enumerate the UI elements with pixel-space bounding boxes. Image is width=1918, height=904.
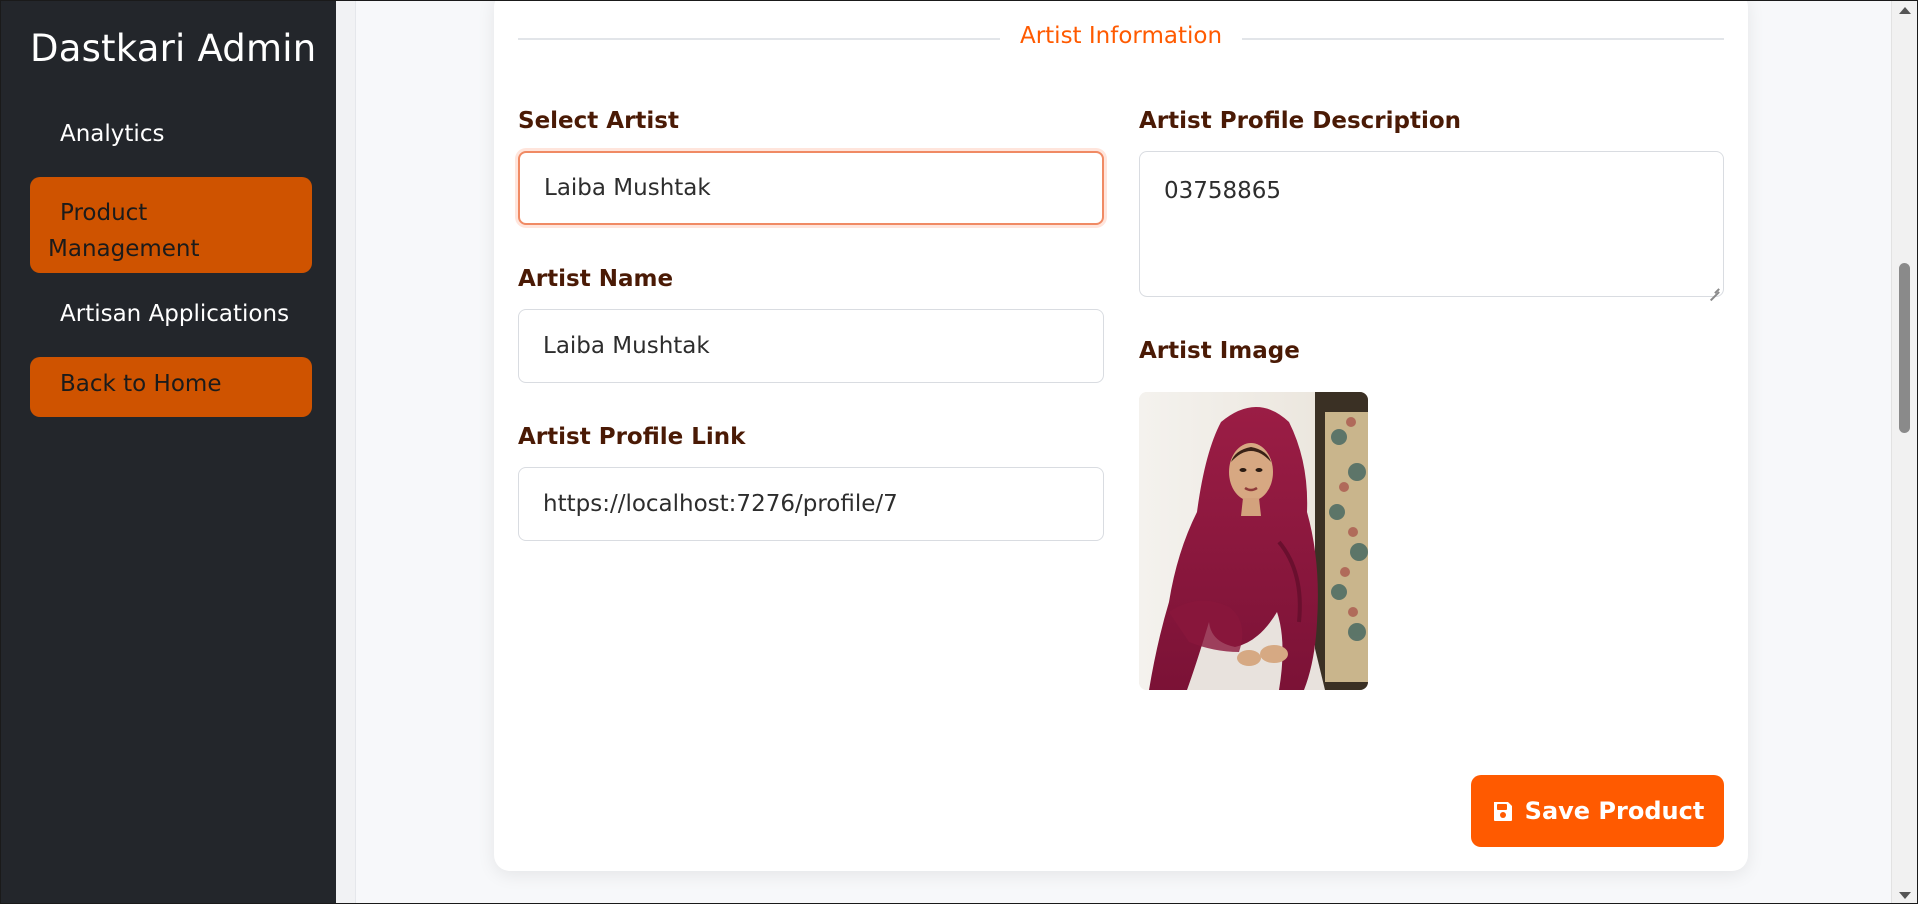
scroll-down-arrow-icon[interactable] — [1899, 892, 1911, 899]
sidebar-item-back-to-home[interactable]: Back to Home — [30, 357, 312, 417]
select-artist-label: Select Artist — [518, 108, 679, 134]
content-gutter — [336, 1, 356, 903]
vertical-scrollbar[interactable] — [1891, 1, 1917, 903]
artist-info-card: Artist Information Select Artist Laiba M… — [494, 1, 1748, 871]
sidebar-item-analytics[interactable]: Analytics — [30, 115, 312, 159]
sidebar-item-label: Analytics — [60, 121, 165, 147]
sidebar-item-artisan-applications[interactable]: Artisan Applications — [30, 295, 312, 339]
section-title: Artist Information — [1019, 23, 1223, 49]
save-product-label: Save Product — [1524, 797, 1705, 825]
artist-photo — [1139, 392, 1368, 690]
artist-image-label: Artist Image — [1139, 338, 1300, 364]
save-product-button[interactable]: Save Product — [1471, 775, 1724, 847]
artist-name-input[interactable]: Laiba Mushtak — [518, 309, 1104, 383]
resize-handle[interactable] — [1709, 282, 1719, 292]
select-artist-input[interactable]: Laiba Mushtak — [518, 151, 1104, 225]
artist-profile-link-label: Artist Profile Link — [518, 424, 746, 450]
main-content: Artist Information Select Artist Laiba M… — [336, 1, 1892, 903]
artist-profile-description-textarea[interactable]: 03758865 — [1139, 151, 1724, 297]
artist-profile-description-value: 03758865 — [1164, 178, 1282, 204]
sidebar-item-label: Artisan Applications — [60, 301, 290, 327]
scroll-up-arrow-icon[interactable] — [1899, 7, 1911, 14]
artist-name-label: Artist Name — [518, 266, 674, 292]
artist-image — [1139, 392, 1368, 690]
artist-profile-link-input[interactable]: https://localhost:7276/profile/7 — [518, 467, 1104, 541]
artist-name-value: Laiba Mushtak — [543, 333, 710, 359]
select-artist-value: Laiba Mushtak — [544, 175, 711, 201]
section-divider — [1242, 38, 1724, 40]
sidebar-item-label: Back to Home — [60, 371, 222, 397]
sidebar-item-product-management[interactable]: Product Management — [30, 177, 312, 273]
section-header: Artist Information — [518, 21, 1724, 57]
sidebar-item-label: Product — [60, 200, 148, 226]
artist-profile-link-value: https://localhost:7276/profile/7 — [543, 491, 898, 517]
artist-profile-description-label: Artist Profile Description — [1139, 108, 1462, 134]
sidebar-item-label: Management — [48, 236, 200, 262]
brand-title: Dastkari Admin — [30, 27, 317, 70]
scroll-thumb[interactable] — [1899, 263, 1910, 433]
app-window: Dastkari Admin Analytics Product Managem… — [0, 0, 1918, 904]
sidebar: Dastkari Admin Analytics Product Managem… — [1, 1, 336, 903]
floppy-disk-icon — [1493, 802, 1512, 821]
